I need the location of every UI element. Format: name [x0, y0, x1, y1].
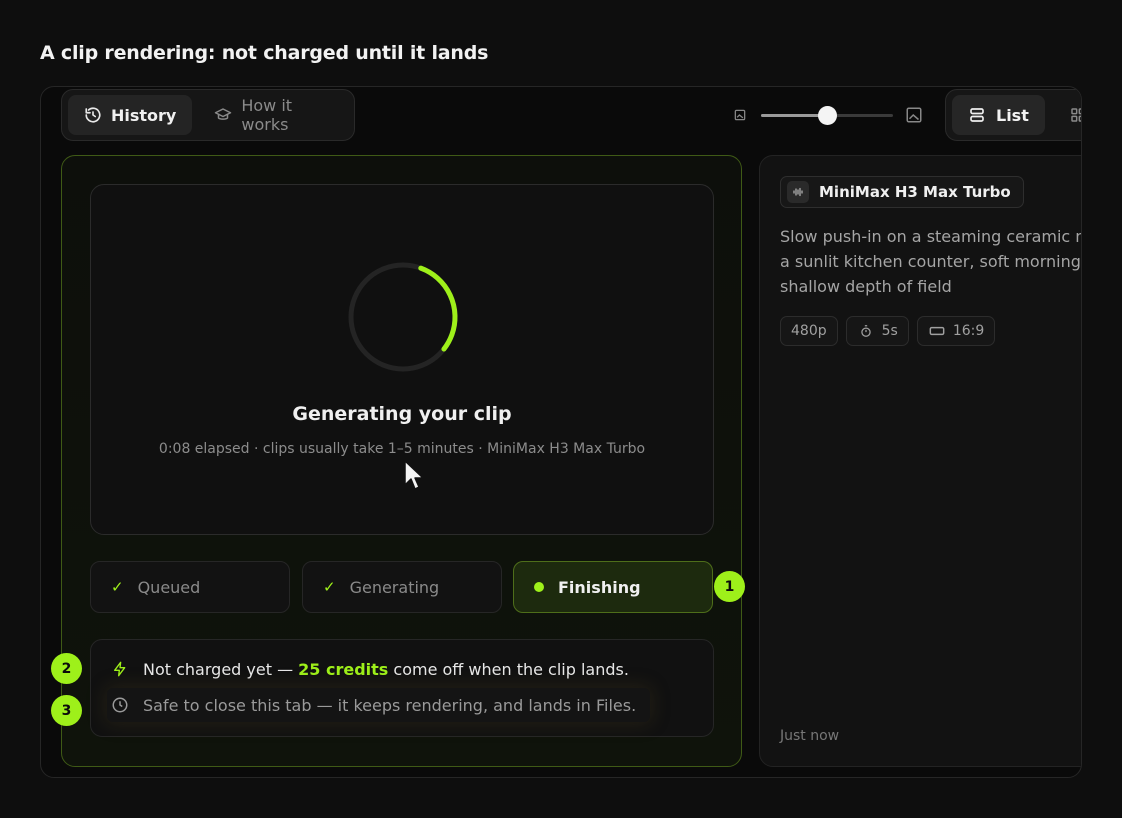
progress-arc [348, 262, 458, 372]
page-heading: A clip rendering: not charged until it l… [40, 42, 489, 64]
tab-how-it-works[interactable]: How it works [198, 95, 348, 135]
charge-note: Not charged yet — 25 credits come off wh… [111, 652, 629, 686]
progress-spinner [348, 262, 458, 372]
duration-label: 5s [881, 323, 898, 339]
model-icon [787, 181, 809, 203]
app-frame: History How it works List Generating you… [40, 86, 1082, 778]
history-icon [84, 106, 102, 124]
step-label: Queued [137, 577, 201, 597]
generation-card: Generating your clip 0:08 elapsed · clip… [61, 155, 742, 767]
size-slider-thumb[interactable] [818, 105, 837, 125]
clip-details-card[interactable]: MiniMax H3 Max Turbo Slow push-in on a s… [759, 155, 1082, 767]
small-image-icon [731, 106, 749, 124]
history-tabs: History How it works [61, 89, 355, 141]
size-slider[interactable] [761, 105, 893, 125]
model-name: MiniMax H3 Max Turbo [819, 183, 1011, 201]
callout-badge-1: 1 [714, 571, 745, 602]
step-queued: ✓ Queued [90, 561, 290, 613]
step-label: Generating [349, 577, 440, 597]
clip-preview: Generating your clip 0:08 elapsed · clip… [90, 184, 714, 535]
check-icon: ✓ [323, 578, 336, 596]
charge-prefix: Not charged yet — [143, 659, 299, 679]
charge-text: Not charged yet — 25 credits come off wh… [143, 660, 629, 679]
prompt-line: shallow depth of field [780, 277, 952, 296]
tab-history-label: History [111, 105, 177, 125]
clip-tags: 480p 5s 16:9 [780, 316, 996, 346]
lightning-icon [111, 660, 129, 678]
duration-tag: 5s [845, 316, 909, 346]
tab-how-it-works-label: How it works [241, 96, 293, 134]
prompt-line: a sunlit kitchen counter, soft morning l… [780, 252, 1082, 271]
list-icon [968, 106, 986, 124]
step-label: Finishing [558, 577, 641, 597]
generation-subtitle: 0:08 elapsed · clips usually take 1–5 mi… [158, 441, 646, 457]
progress-steps: ✓ Queued ✓ Generating Finishing [90, 561, 714, 613]
callout-badge-2: 2 [51, 653, 82, 684]
generation-title: Generating your clip [292, 403, 512, 425]
active-dot-icon [534, 582, 544, 592]
grid-icon [1069, 106, 1081, 124]
step-finishing: Finishing [513, 561, 713, 613]
charge-credits: 25 credits [298, 659, 389, 679]
graduation-cap-icon [214, 106, 232, 124]
tab-history[interactable]: History [68, 95, 193, 135]
list-view-button[interactable]: List [952, 95, 1045, 135]
close-tab-text: Safe to close this tab — it keeps render… [143, 695, 637, 715]
aspect-ratio-icon [928, 322, 946, 340]
prompt-line: Slow push-in on a steaming ceramic mu [780, 227, 1082, 246]
clock-icon [111, 696, 129, 714]
timestamp: Just now [780, 728, 840, 744]
aspect-ratio-label: 16:9 [952, 323, 985, 339]
check-icon: ✓ [111, 578, 124, 596]
list-view-label: List [996, 105, 1029, 125]
thumbnail-size-control [731, 101, 931, 129]
aspect-ratio-tag: 16:9 [916, 316, 996, 346]
large-image-icon [905, 106, 923, 124]
stopwatch-icon [857, 322, 875, 340]
step-generating: ✓ Generating [302, 561, 502, 613]
grid-view-button[interactable] [1053, 95, 1081, 135]
resolution-tag: 480p [780, 316, 838, 346]
callout-badge-3: 3 [51, 695, 82, 726]
model-chip: MiniMax H3 Max Turbo [780, 176, 1024, 208]
billing-info: Not charged yet — 25 credits come off wh… [90, 639, 714, 737]
mouse-cursor-icon [404, 460, 424, 490]
resolution-label: 480p [791, 323, 827, 339]
view-toggle: List [945, 89, 1081, 141]
prompt-text: Slow push-in on a steaming ceramic mu a … [780, 224, 1082, 299]
charge-suffix: come off when the clip lands. [388, 659, 629, 679]
close-tab-note: Safe to close this tab — it keeps render… [107, 688, 651, 722]
